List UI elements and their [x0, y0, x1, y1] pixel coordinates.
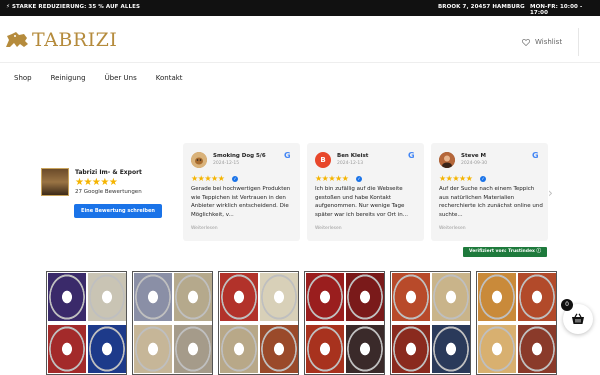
- heart-icon: [522, 38, 530, 46]
- reviewer-avatar: B: [315, 152, 331, 168]
- rug-photo: [134, 273, 172, 321]
- rug-photo: [48, 325, 86, 373]
- business-stars: ★★★★★: [75, 177, 118, 188]
- rug-photo: [306, 273, 344, 321]
- logo-text: TABRIZI: [32, 29, 118, 51]
- write-review-button[interactable]: Eine Bewertung schreiben: [74, 204, 162, 218]
- reviewer-avatar: [439, 152, 455, 168]
- site-logo[interactable]: TABRIZI: [4, 29, 118, 51]
- rug-photo: [260, 273, 298, 321]
- reviewer-name: Ben Kleist: [337, 153, 369, 159]
- google-icon: G: [408, 151, 415, 160]
- person-avatar-icon: [439, 152, 455, 168]
- product-image[interactable]: [304, 271, 385, 375]
- site-header: TABRIZI Wishlist: [0, 16, 600, 63]
- basket-icon: [572, 313, 584, 324]
- wishlist-label: Wishlist: [535, 38, 563, 46]
- read-more-link[interactable]: Weiterlesen: [439, 226, 466, 231]
- rug-photo: [518, 273, 556, 321]
- review-stars: ★★★★★: [439, 174, 473, 183]
- review-card: B Ben Kleist 2024-12-13 G ★★★★★ ✓ Ich bi…: [307, 143, 424, 241]
- header-divider: [578, 28, 579, 56]
- google-icon: G: [532, 151, 539, 160]
- reviewer-name: Smoking Dog 5/6: [213, 153, 266, 159]
- read-more-link[interactable]: Weiterlesen: [191, 226, 218, 231]
- store-address: BROOK 7, 20457 HAMBURG: [438, 4, 525, 10]
- review-text: Auf der Suche nach einem Teppich aus nat…: [439, 186, 543, 218]
- review-text: Gerade bei hochwertigen Produkten wie Te…: [191, 186, 291, 218]
- rug-photo: [346, 325, 384, 373]
- product-image[interactable]: [476, 271, 557, 375]
- nav-item-ueber-uns[interactable]: Über Uns: [105, 74, 137, 82]
- nav-item-kontakt[interactable]: Kontakt: [156, 74, 183, 82]
- opening-hours: MON-FR: 10:00 - 17:00: [530, 4, 583, 16]
- google-icon: G: [284, 151, 291, 160]
- reviewer-avatar: [191, 152, 207, 168]
- rug-photo: [220, 273, 258, 321]
- verified-check-icon: ✓: [356, 176, 362, 182]
- rug-photo: [478, 325, 516, 373]
- rug-photo: [518, 325, 556, 373]
- nav-item-shop[interactable]: Shop: [14, 74, 32, 82]
- lion-logo-icon: [6, 32, 28, 47]
- product-image[interactable]: [132, 271, 213, 375]
- verified-check-icon: ✓: [480, 176, 486, 182]
- review-date: 2024-12-15: [213, 161, 240, 166]
- rug-photo: [174, 273, 212, 321]
- read-more-link[interactable]: Weiterlesen: [315, 226, 342, 231]
- rug-photo: [220, 325, 258, 373]
- review-date: 2024-09-30: [461, 161, 488, 166]
- review-date: 2024-12-13: [337, 161, 364, 166]
- reviews-count[interactable]: 27 Google Bewertungen: [75, 189, 142, 195]
- review-card: Smoking Dog 5/6 2024-12-15 G ★★★★★ ✓ Ger…: [183, 143, 300, 241]
- promo-topbar: ⚡ STARKE REDUZIERUNG: 35 % AUF ALLES BRO…: [0, 0, 600, 16]
- promo-text: ⚡ STARKE REDUZIERUNG: 35 % AUF ALLES: [6, 4, 141, 10]
- rug-photo: [260, 325, 298, 373]
- rug-photo: [478, 273, 516, 321]
- rug-photo: [174, 325, 212, 373]
- rug-photo: [432, 325, 470, 373]
- cart-count-badge: 0: [561, 299, 573, 311]
- rug-photo: [134, 325, 172, 373]
- trustindex-badge[interactable]: Verifiziert von: Trustindex ⓘ: [463, 247, 547, 257]
- nav-item-reinigung[interactable]: Reinigung: [51, 74, 86, 82]
- business-photo: [41, 168, 69, 196]
- rug-photo: [48, 273, 86, 321]
- review-text: Ich bin zufällig auf die Webseite gestoß…: [315, 186, 409, 218]
- rug-photo: [346, 273, 384, 321]
- rug-photo: [306, 325, 344, 373]
- rug-photo: [392, 273, 430, 321]
- review-stars: ★★★★★: [315, 174, 349, 183]
- verified-check-icon: ✓: [232, 176, 238, 182]
- rug-photo: [88, 325, 126, 373]
- carousel-next-icon[interactable]: ›: [548, 186, 553, 200]
- main-navigation: Shop Reinigung Über Uns Kontakt: [14, 74, 202, 82]
- product-image[interactable]: [390, 271, 471, 375]
- rug-photo: [392, 325, 430, 373]
- wishlist-link[interactable]: Wishlist: [522, 38, 562, 46]
- dog-avatar-icon: [191, 152, 207, 168]
- rug-photo: [432, 273, 470, 321]
- review-card: Steve M 2024-09-30 G ★★★★★ ✓ Auf der Suc…: [431, 143, 548, 241]
- product-image[interactable]: [46, 271, 127, 375]
- business-name: Tabrizi Im- & Export: [75, 169, 142, 176]
- reviewer-name: Steve M: [461, 153, 487, 159]
- rug-photo: [88, 273, 126, 321]
- review-stars: ★★★★★: [191, 174, 225, 183]
- product-image[interactable]: [218, 271, 299, 375]
